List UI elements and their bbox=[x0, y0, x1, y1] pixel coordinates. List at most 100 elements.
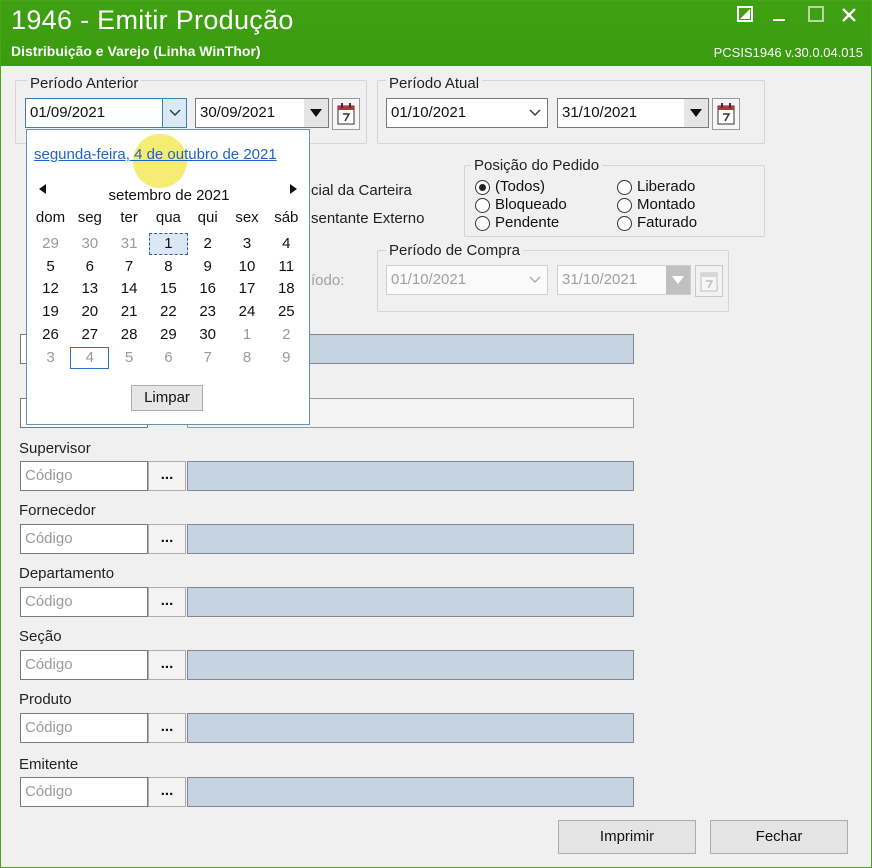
calendar-day[interactable]: 13 bbox=[70, 278, 109, 300]
window-subtitle: Distribuição e Varejo (Linha WinThor) bbox=[11, 43, 261, 59]
calendar-day[interactable]: 15 bbox=[149, 278, 188, 300]
calendar-day[interactable]: 29 bbox=[149, 324, 188, 346]
calendar-day[interactable]: 4 bbox=[267, 233, 306, 255]
calendar-day[interactable]: 1 bbox=[228, 324, 267, 346]
periodo-atual-end[interactable]: 31/10/2021 bbox=[557, 98, 709, 128]
calendar-icon[interactable] bbox=[695, 265, 723, 297]
emitente-code-input[interactable]: Código bbox=[20, 777, 148, 807]
radio-todos[interactable]: (Todos) bbox=[475, 179, 545, 195]
dropdown-arrow-icon[interactable] bbox=[304, 99, 328, 127]
periodo-atual-end-value: 31/10/2021 bbox=[562, 104, 638, 121]
secao-code-input[interactable]: Código bbox=[20, 650, 148, 680]
calendar-day[interactable]: 6 bbox=[149, 347, 188, 369]
calendar-icon[interactable] bbox=[712, 98, 740, 130]
radio-montado[interactable]: Montado bbox=[617, 197, 695, 213]
calendar-day[interactable]: 21 bbox=[110, 301, 149, 323]
weekday-header: sáb bbox=[274, 209, 299, 226]
close-button[interactable]: Fechar bbox=[710, 820, 848, 854]
calendar-day[interactable]: 3 bbox=[228, 233, 267, 255]
calendar-day[interactable]: 20 bbox=[70, 301, 109, 323]
emitente-lookup-button[interactable]: ... bbox=[148, 777, 186, 807]
calendar-day[interactable]: 23 bbox=[188, 301, 227, 323]
date-picker-popup: segunda-feira, 4 de outubro de 2021 sete… bbox=[26, 129, 310, 425]
calendar-day[interactable]: 30 bbox=[70, 233, 109, 255]
calendar-day[interactable]: 10 bbox=[228, 256, 267, 278]
calendar-day[interactable]: 16 bbox=[188, 278, 227, 300]
departamento-code-input[interactable]: Código bbox=[20, 587, 148, 617]
calendar-day[interactable]: 11 bbox=[267, 256, 306, 278]
periodo-compra-start-value: 01/10/2021 bbox=[391, 271, 467, 288]
calendar-day[interactable]: 7 bbox=[110, 256, 149, 278]
calendar-day[interactable]: 22 bbox=[149, 301, 188, 323]
calendar-day[interactable]: 27 bbox=[70, 324, 109, 346]
supervisor-lookup-button[interactable]: ... bbox=[148, 461, 186, 491]
fornecedor-description bbox=[187, 524, 634, 554]
chevron-down-icon[interactable] bbox=[523, 266, 547, 294]
radio-checked-icon[interactable] bbox=[475, 179, 490, 195]
calendar-day[interactable]: 1 bbox=[148, 233, 188, 255]
calendar-day[interactable]: 29 bbox=[31, 233, 70, 255]
calendar-day[interactable]: 28 bbox=[110, 324, 149, 346]
calendar-day[interactable]: 4 bbox=[70, 346, 110, 369]
secao-description bbox=[187, 650, 634, 680]
calendar-day[interactable]: 5 bbox=[31, 256, 70, 278]
calendar-day[interactable]: 18 bbox=[267, 278, 306, 300]
calendar-day[interactable]: 19 bbox=[31, 301, 70, 323]
calendar-day[interactable]: 6 bbox=[70, 256, 109, 278]
maximize-icon[interactable] bbox=[802, 5, 830, 31]
radio-unchecked-icon[interactable] bbox=[617, 197, 632, 213]
periodo-anterior-start[interactable]: 01/09/2021 bbox=[25, 98, 187, 128]
calendar-day[interactable]: 2 bbox=[267, 324, 306, 346]
radio-unchecked-icon[interactable] bbox=[617, 179, 632, 195]
print-button[interactable]: Imprimir bbox=[558, 820, 696, 854]
produto-code-input[interactable]: Código bbox=[20, 713, 148, 743]
radio-unchecked-icon[interactable] bbox=[475, 197, 490, 213]
clear-date-button[interactable]: Limpar bbox=[131, 385, 203, 411]
minimize-icon[interactable] bbox=[765, 5, 793, 31]
radio-montado-label: Montado bbox=[637, 196, 696, 213]
calendar-day[interactable]: 9 bbox=[267, 347, 306, 369]
radio-unchecked-icon[interactable] bbox=[475, 215, 490, 231]
calendar-day[interactable]: 25 bbox=[267, 301, 306, 323]
calendar-day[interactable]: 8 bbox=[149, 256, 188, 278]
calendar-day[interactable]: 2 bbox=[188, 233, 227, 255]
next-month-icon[interactable] bbox=[289, 184, 297, 197]
calendar-day[interactable]: 14 bbox=[110, 278, 149, 300]
dropdown-arrow-icon[interactable] bbox=[684, 99, 708, 127]
produto-lookup-button[interactable]: ... bbox=[148, 713, 186, 743]
close-icon[interactable] bbox=[835, 5, 863, 31]
calendar-day[interactable]: 12 bbox=[31, 278, 70, 300]
calendar-icon[interactable] bbox=[332, 98, 360, 130]
chevron-down-icon[interactable] bbox=[162, 99, 186, 127]
radio-pendente[interactable]: Pendente bbox=[475, 215, 559, 231]
periodo-atual-start[interactable]: 01/10/2021 bbox=[386, 98, 548, 128]
departamento-lookup-button[interactable]: ... bbox=[148, 587, 186, 617]
radio-liberado[interactable]: Liberado bbox=[617, 179, 695, 195]
chevron-down-icon[interactable] bbox=[523, 99, 547, 127]
calendar-day[interactable]: 30 bbox=[188, 324, 227, 346]
fornecedor-code-input[interactable]: Código bbox=[20, 524, 148, 554]
calendar-day[interactable]: 17 bbox=[228, 278, 267, 300]
periodo-compra-end[interactable]: 31/10/2021 bbox=[557, 265, 691, 295]
radio-faturado[interactable]: Faturado bbox=[617, 215, 697, 231]
calendar-day[interactable]: 9 bbox=[188, 256, 227, 278]
today-link[interactable]: segunda-feira, 4 de outubro de 2021 bbox=[34, 146, 277, 163]
weekday-header: qua bbox=[155, 209, 181, 226]
periodo-compra-start[interactable]: 01/10/2021 bbox=[386, 265, 548, 295]
calendar-day[interactable]: 5 bbox=[110, 347, 149, 369]
secao-lookup-button[interactable]: ... bbox=[148, 650, 186, 680]
calendar-day[interactable]: 3 bbox=[31, 347, 70, 369]
radio-bloqueado[interactable]: Bloqueado bbox=[475, 197, 567, 213]
calendar-day[interactable]: 24 bbox=[228, 301, 267, 323]
restore-icon[interactable] bbox=[731, 5, 759, 31]
fornecedor-lookup-button[interactable]: ... bbox=[148, 524, 186, 554]
periodo-anterior-end[interactable]: 30/09/2021 bbox=[195, 98, 329, 128]
radio-unchecked-icon[interactable] bbox=[617, 215, 632, 231]
supervisor-code-input[interactable]: Código bbox=[20, 461, 148, 491]
calendar-day[interactable]: 7 bbox=[188, 347, 227, 369]
dropdown-arrow-icon[interactable] bbox=[666, 266, 690, 294]
calendar-day[interactable]: 31 bbox=[110, 233, 149, 255]
calendar-day[interactable]: 8 bbox=[228, 347, 267, 369]
radio-todos-label: (Todos) bbox=[495, 178, 546, 195]
calendar-day[interactable]: 26 bbox=[31, 324, 70, 346]
